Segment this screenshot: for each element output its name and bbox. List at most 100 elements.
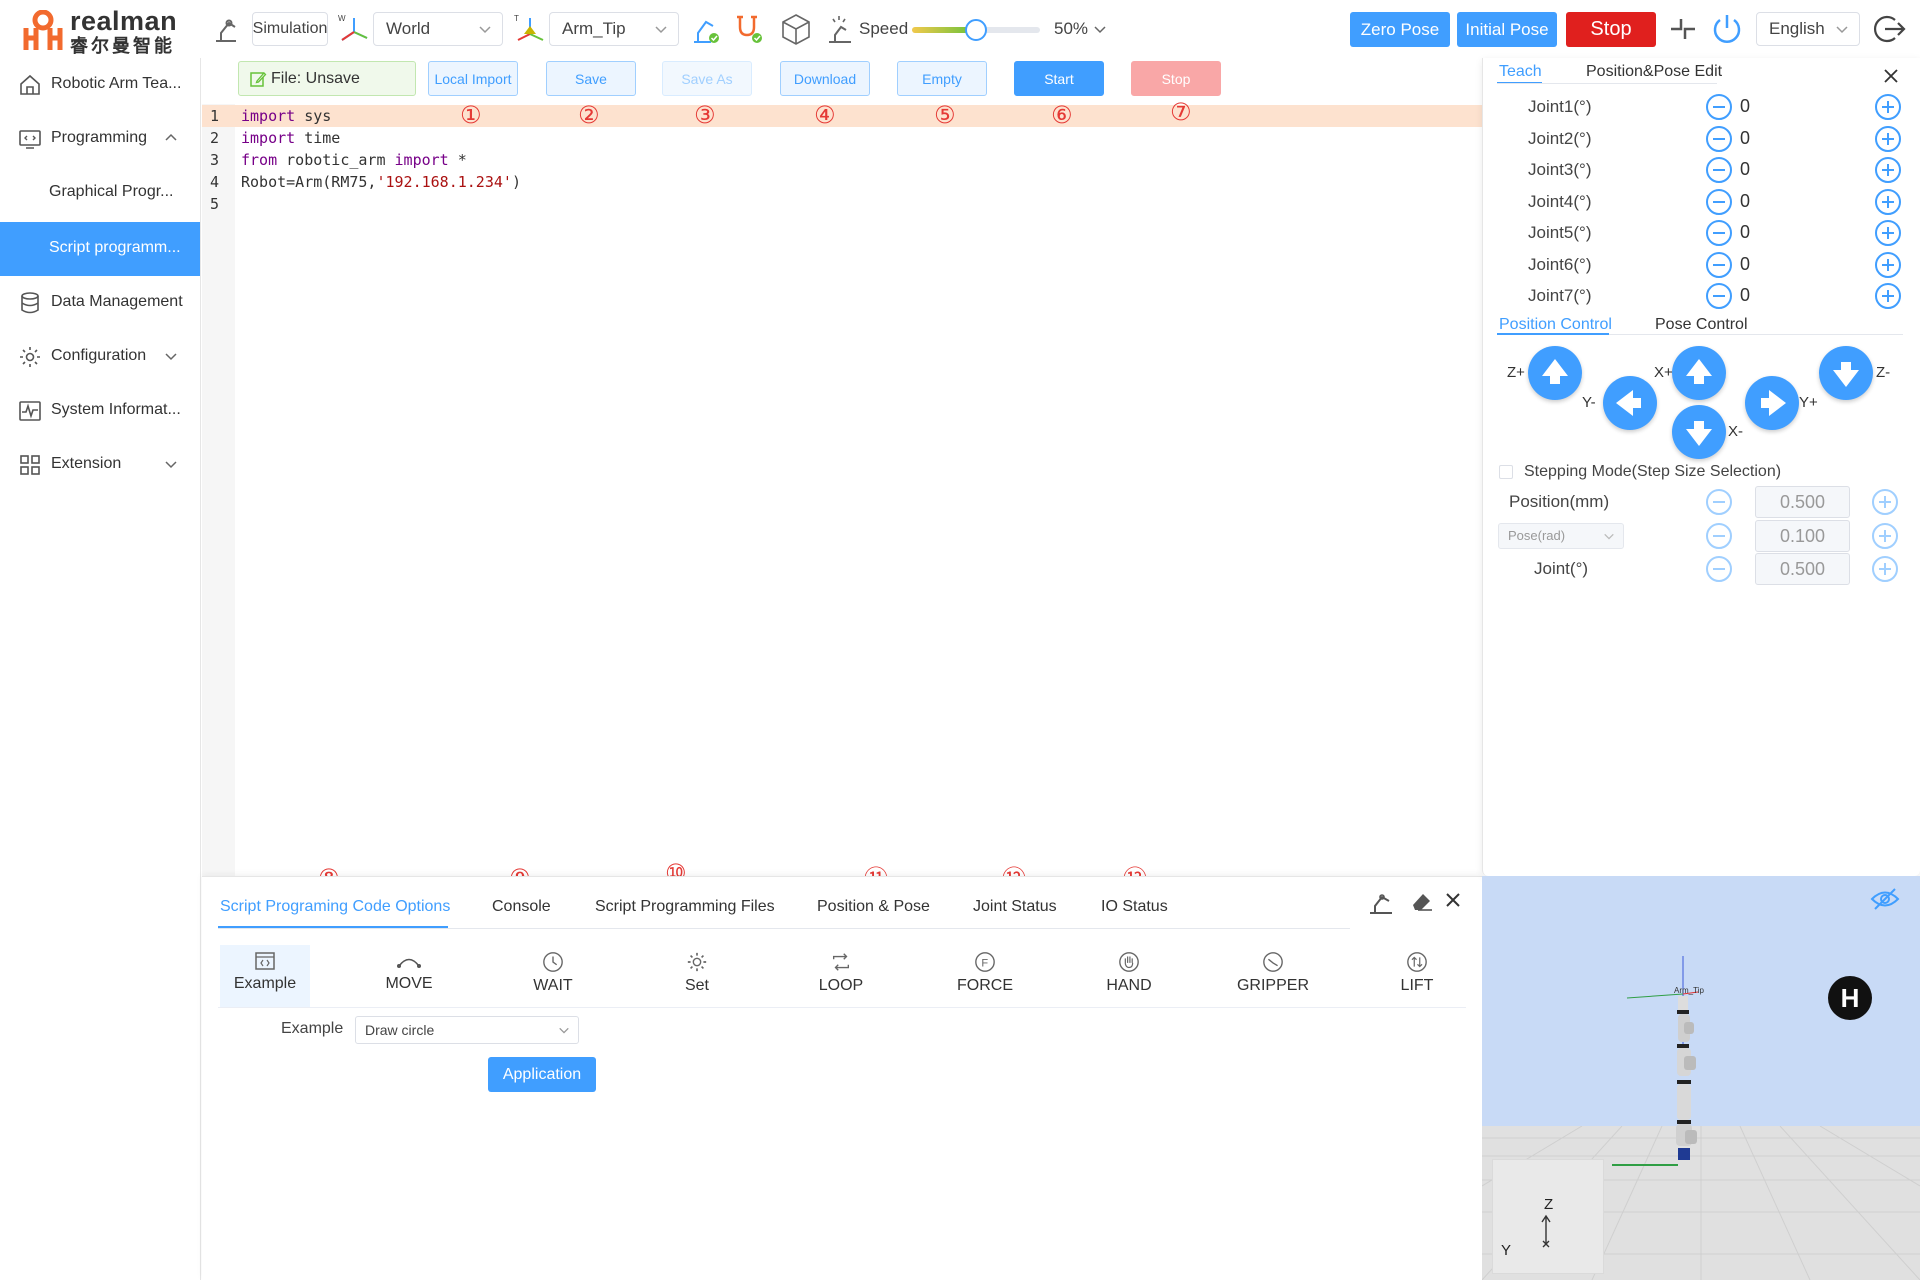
pulse-icon <box>19 401 41 421</box>
minus-icon[interactable] <box>1706 189 1732 215</box>
sidebar-item-extension[interactable]: Extension <box>0 438 200 492</box>
option-force[interactable]: F FORCE <box>940 945 1030 1007</box>
speed-slider[interactable] <box>912 19 1040 41</box>
tab-position-control[interactable]: Position Control <box>1499 316 1612 334</box>
sidebar-item-graphical-programming[interactable]: Graphical Progr... <box>0 166 200 220</box>
arm-icon[interactable] <box>212 14 240 44</box>
code-line[interactable]: 5 <box>202 193 1482 215</box>
position-step-input[interactable]: 0.500 <box>1755 486 1850 518</box>
eraser-icon[interactable] <box>1409 888 1437 916</box>
minus-icon[interactable] <box>1706 126 1732 152</box>
plus-icon[interactable] <box>1875 126 1901 152</box>
plus-icon[interactable] <box>1875 94 1901 120</box>
plus-icon[interactable] <box>1875 157 1901 183</box>
tool-select[interactable]: Arm_Tip <box>549 12 679 46</box>
tab-pose-control[interactable]: Pose Control <box>1655 316 1748 334</box>
joint-row: Joint7(°) 0 <box>1482 281 1920 312</box>
z-minus-button[interactable] <box>1819 346 1873 400</box>
tab-teach[interactable]: Teach <box>1499 63 1542 81</box>
save-as-button[interactable]: Save As <box>662 61 752 96</box>
language-select[interactable]: English <box>1756 12 1860 46</box>
tab-position-pose[interactable]: Position & Pose <box>817 898 930 916</box>
tab-joint-status[interactable]: Joint Status <box>973 898 1057 916</box>
minus-icon[interactable] <box>1706 523 1732 549</box>
minus-icon[interactable] <box>1706 283 1732 309</box>
minus-icon[interactable] <box>1706 556 1732 582</box>
sidebar-item-script-programming[interactable]: Script programm... <box>0 222 200 276</box>
application-button[interactable]: Application <box>488 1057 596 1092</box>
control-tab-indicator <box>1497 333 1609 335</box>
sidebar-item-robotic-arm-teach[interactable]: Robotic Arm Tea... <box>0 58 200 112</box>
code-line[interactable]: 3 from robotic_arm import * <box>202 149 1482 171</box>
minus-icon[interactable] <box>1706 489 1732 515</box>
plus-icon[interactable] <box>1875 189 1901 215</box>
start-button[interactable]: Start <box>1014 61 1104 96</box>
plus-icon[interactable] <box>1875 252 1901 278</box>
tab-io-status[interactable]: IO Status <box>1101 898 1168 916</box>
initial-pose-button[interactable]: Initial Pose <box>1457 12 1557 47</box>
sidebar-item-programming[interactable]: Programming <box>0 112 200 166</box>
option-hand[interactable]: HAND <box>1084 945 1174 1007</box>
arm-view-icon[interactable] <box>1368 888 1398 918</box>
plus-icon[interactable] <box>1872 489 1898 515</box>
close-panel-icon[interactable] <box>1443 890 1465 912</box>
option-lift[interactable]: LIFT <box>1372 945 1462 1007</box>
tab-console[interactable]: Console <box>492 898 551 916</box>
logout-icon[interactable] <box>1872 11 1908 47</box>
collapse-icon[interactable] <box>1668 14 1698 44</box>
local-import-button[interactable]: Local Import <box>428 61 518 96</box>
minus-icon[interactable] <box>1706 252 1732 278</box>
minus-icon[interactable] <box>1706 94 1732 120</box>
minus-icon[interactable] <box>1706 220 1732 246</box>
pose-unit-select[interactable]: Pose(rad) <box>1498 523 1624 549</box>
plus-icon[interactable] <box>1875 220 1901 246</box>
axis-arrows-icon <box>1541 1214 1551 1248</box>
simulation-toggle[interactable]: Simulation <box>252 12 328 46</box>
z-plus-button[interactable] <box>1528 346 1582 400</box>
tab-position-pose-edit[interactable]: Position&Pose Edit <box>1586 63 1722 81</box>
plus-icon[interactable] <box>1872 523 1898 549</box>
cube-icon[interactable] <box>778 11 814 47</box>
minus-icon[interactable] <box>1706 157 1732 183</box>
plus-icon[interactable] <box>1872 556 1898 582</box>
code-line[interactable]: 1 import sys <box>202 105 1482 127</box>
arm-enabled-icon[interactable] <box>690 12 722 46</box>
y-plus-button[interactable] <box>1745 376 1799 430</box>
speed-slider-thumb[interactable] <box>965 19 987 41</box>
code-line[interactable]: 4 Robot=Arm(RM75,'192.168.1.234') <box>202 171 1482 193</box>
frame-select[interactable]: World <box>373 12 503 46</box>
option-move[interactable]: MOVE <box>364 945 454 1007</box>
x-minus-button[interactable] <box>1672 405 1726 459</box>
close-teach-icon[interactable] <box>1882 67 1900 85</box>
joint-step-input[interactable]: 0.500 <box>1755 553 1850 585</box>
option-gripper[interactable]: GRIPPER <box>1228 945 1318 1007</box>
tab-script-files[interactable]: Script Programming Files <box>595 898 775 916</box>
pose-step-input[interactable]: 0.100 <box>1755 520 1850 552</box>
zero-pose-button[interactable]: Zero Pose <box>1350 12 1450 47</box>
connection-status-icon[interactable] <box>733 12 765 46</box>
y-minus-button[interactable] <box>1603 376 1657 430</box>
chevron-down-icon <box>1604 533 1614 540</box>
speed-dropdown-chevron-icon[interactable] <box>1093 22 1107 36</box>
3d-viewport[interactable]: H Arm_Tip Z Y <box>1482 876 1920 1280</box>
sidebar-item-configuration[interactable]: Configuration <box>0 330 200 384</box>
option-loop[interactable]: LOOP <box>796 945 886 1007</box>
power-icon[interactable] <box>1710 12 1744 46</box>
example-select[interactable]: Draw circle <box>355 1016 579 1044</box>
visibility-off-icon[interactable] <box>1870 886 1900 912</box>
sidebar-item-system-information[interactable]: System Informat... <box>0 384 200 438</box>
save-button[interactable]: Save <box>546 61 636 96</box>
option-example[interactable]: Example <box>220 945 310 1007</box>
stop-script-button[interactable]: Stop <box>1131 61 1221 96</box>
code-line[interactable]: 2 import time <box>202 127 1482 149</box>
sidebar-item-data-management[interactable]: Data Management <box>0 276 200 330</box>
download-button[interactable]: Download <box>780 61 870 96</box>
empty-button[interactable]: Empty <box>897 61 987 96</box>
stepping-mode-checkbox[interactable] <box>1499 465 1513 479</box>
tab-script-code-options[interactable]: Script Programing Code Options <box>220 898 450 916</box>
option-wait[interactable]: WAIT <box>508 945 598 1007</box>
option-set[interactable]: Set <box>652 945 742 1007</box>
plus-icon[interactable] <box>1875 283 1901 309</box>
stop-button[interactable]: Stop <box>1566 12 1656 47</box>
x-plus-button[interactable] <box>1672 346 1726 400</box>
